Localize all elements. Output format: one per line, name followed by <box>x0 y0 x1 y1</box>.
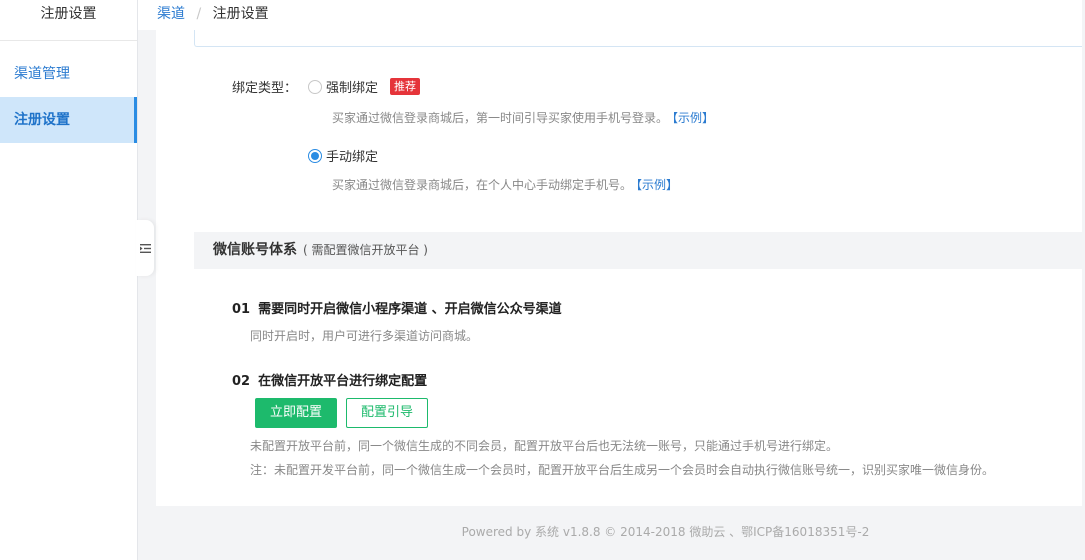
breadcrumb-separator: / <box>196 6 202 22</box>
step-01-number: 01 <box>232 302 251 317</box>
sidebar-collapse-toggle[interactable] <box>136 220 154 276</box>
top-panel-edge <box>194 30 1085 47</box>
breadcrumb: 渠道 / 注册设置 <box>138 0 1085 30</box>
step-01-desc: 同时开启时，用户可进行多渠道访问商城。 <box>250 329 479 343</box>
manual-bind-option: 手动绑定 <box>308 146 378 165</box>
breadcrumb-parent[interactable]: 渠道 <box>157 6 185 22</box>
sidebar-title: 注册设置 <box>0 0 137 41</box>
step-02-number: 02 <box>232 374 251 389</box>
main-content: 绑定类型： 强制绑定 推荐 买家通过微信登录商城后，第一时间引导买家使用手机号登… <box>156 30 1085 506</box>
collapse-menu-icon <box>139 243 151 253</box>
step-02-title: 02 在微信开放平台进行绑定配置 <box>232 370 427 389</box>
force-bind-desc-text: 买家通过微信登录商城后，第一时间引导买家使用手机号登录。 <box>332 111 669 125</box>
page-gutter <box>138 30 156 560</box>
radio-force-bind[interactable] <box>308 79 322 94</box>
sidebar-item-register-settings[interactable]: 注册设置 <box>0 97 137 143</box>
radio-manual-bind-label[interactable]: 手动绑定 <box>326 146 378 165</box>
page-footer: Powered by 系统 v1.8.8 © 2014-2018 微助云 、鄂I… <box>156 506 1085 560</box>
force-bind-example-link[interactable]: 【示例】 <box>672 111 714 125</box>
radio-manual-bind[interactable] <box>308 148 322 163</box>
wechat-section-subtitle: ( 需配置微信开放平台 ) <box>303 243 428 257</box>
note-1: 未配置开放平台前，同一个微信生成的不同会员，配置开放平台后也无法统一账号，只能通… <box>250 439 839 453</box>
radio-force-bind-label[interactable]: 强制绑定 <box>326 77 378 96</box>
bind-type-label: 绑定类型： <box>232 81 298 96</box>
recommend-badge: 推荐 <box>390 78 421 95</box>
config-guide-button[interactable]: 配置引导 <box>346 398 429 428</box>
manual-bind-desc-text: 买家通过微信登录商城后，在个人中心手动绑定手机号。 <box>332 178 633 192</box>
step-02: 02 在微信开放平台进行绑定配置 <box>232 370 427 389</box>
configure-now-button[interactable]: 立即配置 <box>255 398 338 428</box>
wechat-section-header: 微信账号体系 ( 需配置微信开放平台 ) <box>194 232 1085 269</box>
step-01-title-text: 需要同时开启微信小程序渠道 、开启微信公众号渠道 <box>258 302 562 317</box>
sidebar: 注册设置 渠道管理 注册设置 <box>0 0 138 560</box>
step-02-title-text: 在微信开放平台进行绑定配置 <box>258 374 428 389</box>
breadcrumb-current: 注册设置 <box>212 6 269 22</box>
manual-bind-example-link[interactable]: 【示例】 <box>636 178 678 192</box>
note-2: 注：未配置开发平台前，同一个微信生成一个会员时，配置开放平台后生成另一个会员时会… <box>250 463 995 477</box>
config-buttons: 立即配置 配置引导 <box>255 398 429 428</box>
sidebar-item-channel-management[interactable]: 渠道管理 <box>0 51 137 97</box>
step-01: 01 需要同时开启微信小程序渠道 、开启微信公众号渠道 同时开启时，用户可进行多渠… <box>232 298 562 344</box>
wechat-section-title: 微信账号体系 <box>213 242 297 258</box>
force-bind-desc: 买家通过微信登录商城后，第一时间引导买家使用手机号登录。 【示例】 <box>332 109 714 126</box>
manual-bind-desc: 买家通过微信登录商城后，在个人中心手动绑定手机号。 【示例】 <box>332 176 678 193</box>
bind-type-row: 绑定类型： 强制绑定 推荐 <box>232 77 421 96</box>
footer-text: Powered by 系统 v1.8.8 © 2014-2018 微助云 、鄂I… <box>461 525 870 539</box>
step-01-title: 01 需要同时开启微信小程序渠道 、开启微信公众号渠道 <box>232 298 562 317</box>
